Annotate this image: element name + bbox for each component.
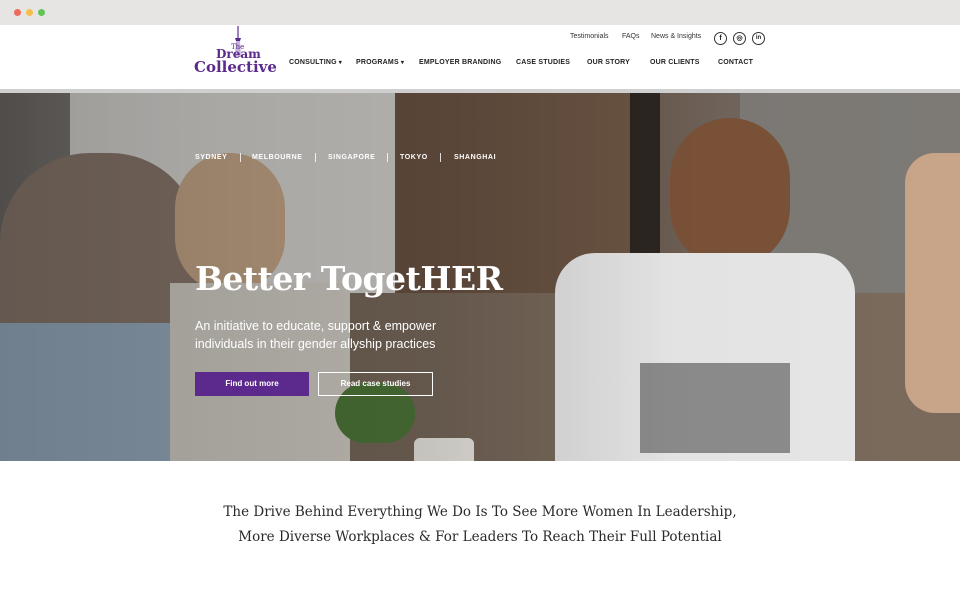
hero-title: Better TogetHER [195, 259, 503, 298]
nav-item-label: PROGRAMS [356, 59, 399, 66]
window-minimize-button[interactable] [26, 9, 33, 16]
nav-item-our-story[interactable]: OUR STORY [587, 59, 630, 66]
chevron-down-icon: ▾ [338, 60, 342, 66]
linkedin-icon[interactable]: in [752, 32, 765, 45]
city-divider [315, 153, 316, 162]
facebook-icon[interactable]: f [714, 32, 727, 45]
hero-subtitle: An initiative to educate, support & empo… [195, 319, 437, 351]
nav-item-contact[interactable]: CONTACT [718, 59, 753, 66]
tagline-line2: More Diverse Workplaces & For Leaders To… [238, 529, 722, 545]
nav-item-our-clients[interactable]: OUR CLIENTS [650, 59, 700, 66]
nav-item-programs[interactable]: PROGRAMS ▾ [356, 59, 404, 66]
nav-item-employer-branding[interactable]: EMPLOYER BRANDING [419, 59, 501, 66]
logo-graphic: The Dream Collective [194, 26, 277, 76]
site-logo[interactable]: The Dream Collective [194, 25, 284, 77]
nav-link-news-insights[interactable]: News & Insights [651, 33, 701, 40]
nav-link-testimonials[interactable]: Testimonials [570, 33, 609, 40]
logo-line2-text: Collective [194, 58, 277, 76]
hero-banner: SYDNEY MELBOURNE SINGAPORE TOKYO SHANGHA… [0, 93, 960, 461]
browser-chrome [0, 0, 960, 25]
city-singapore: SINGAPORE [328, 154, 376, 161]
city-sydney: SYDNEY [195, 154, 228, 161]
site-header: The Dream Collective Testimonials FAQs N… [0, 25, 960, 89]
instagram-icon[interactable]: ◎ [733, 32, 746, 45]
find-out-more-button[interactable]: Find out more [195, 372, 309, 396]
city-divider [440, 153, 441, 162]
city-melbourne: MELBOURNE [252, 154, 303, 161]
nav-item-consulting[interactable]: CONSULTING ▾ [289, 59, 342, 66]
city-divider [387, 153, 388, 162]
window-maximize-button[interactable] [38, 9, 45, 16]
city-tokyo: TOKYO [400, 154, 428, 161]
mission-tagline: The Drive Behind Everything We Do Is To … [0, 500, 960, 550]
tagline-line1: The Drive Behind Everything We Do Is To … [223, 504, 737, 520]
nav-item-case-studies[interactable]: CASE STUDIES [516, 59, 570, 66]
window-close-button[interactable] [14, 9, 21, 16]
chevron-down-icon: ▾ [400, 60, 405, 66]
read-case-studies-button[interactable]: Read case studies [318, 372, 433, 396]
city-shanghai: SHANGHAI [454, 154, 497, 161]
nav-item-label: CONSULTING [289, 59, 337, 66]
city-divider [240, 153, 241, 162]
nav-link-faqs[interactable]: FAQs [622, 33, 640, 40]
